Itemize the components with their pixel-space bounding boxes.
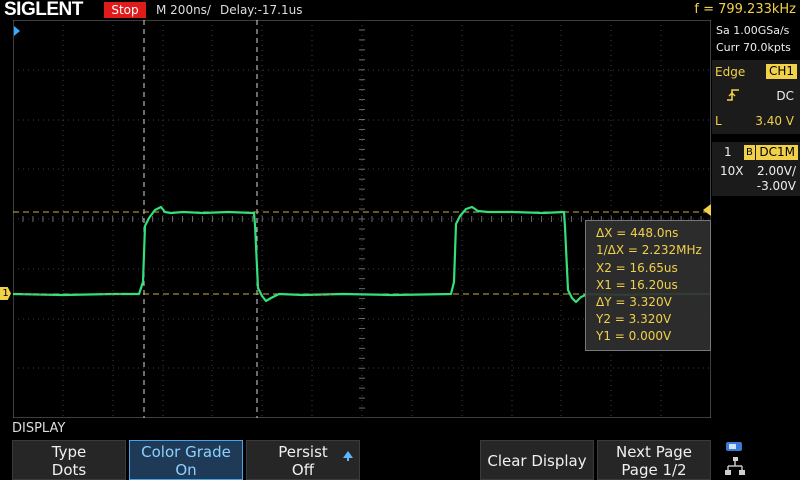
- softkey-next-page[interactable]: Next Page Page 1/2: [597, 440, 711, 480]
- softkey-menu: DISPLAY Type Dots Color Grade On Persist…: [0, 418, 800, 480]
- cursor-delta-x: ΔX = 448.0ns: [596, 226, 679, 240]
- timebase-readout[interactable]: M 200ns/: [156, 0, 211, 20]
- softkey-empty: [363, 440, 477, 480]
- softkey-type-label: Type: [51, 443, 87, 461]
- trigger-panel[interactable]: Edge CH1 DC L 3.40 V: [712, 60, 800, 134]
- softkey-empty-label: [364, 441, 476, 443]
- trigger-level-label: L: [715, 114, 722, 128]
- top-status-bar: SIGLENT Stop M 200ns/ Delay:-17.1us f = …: [0, 0, 800, 20]
- cursor-y1: Y1 = 0.000V: [596, 329, 672, 343]
- bandwidth-limit-icon: B: [744, 145, 755, 160]
- vertical-offset: -3.00V: [756, 179, 796, 193]
- softkey-clear-display-label: Clear Display: [487, 452, 587, 470]
- sample-rate: Sa 1.00GSa/s: [716, 24, 790, 37]
- trigger-source: CH1: [765, 64, 797, 79]
- channel-coupling: DC1M: [756, 145, 798, 160]
- trigger-mode: Edge: [715, 65, 746, 79]
- softkey-color-grade-value: On: [175, 461, 197, 479]
- softkey-next-page-value: Page 1/2: [621, 461, 687, 479]
- memory-depth: Curr 70.0kpts: [716, 41, 791, 54]
- cursor-readout-panel: ΔX = 448.0ns 1/ΔX = 2.232MHz X2 = 16.65u…: [585, 220, 711, 351]
- channel1-ground-marker[interactable]: 1: [0, 287, 11, 300]
- channel1-panel[interactable]: 1 B DC1M 10X 2.00V/ -3.00V: [712, 142, 800, 196]
- cursor-delta-y: ΔY = 3.320V: [596, 295, 672, 309]
- softkey-next-page-label: Next Page: [615, 443, 693, 461]
- softkey-type-value: Dots: [51, 461, 87, 479]
- softkey-color-grade-label: Color Grade: [141, 443, 231, 461]
- waveform-display[interactable]: [13, 20, 711, 418]
- cursor-y2: Y2 = 3.320V: [596, 312, 672, 326]
- cursor-x1: X1 = 16.20us: [596, 278, 678, 292]
- cursor-inverse-delta-x: 1/ΔX = 2.232MHz: [596, 243, 702, 257]
- delay-readout[interactable]: Delay:-17.1us: [220, 0, 303, 20]
- submenu-arrow-icon: [343, 451, 353, 461]
- probe-attenuation: 10X: [720, 164, 744, 178]
- softkey-clear-display[interactable]: Clear Display: [480, 440, 594, 480]
- frequency-counter: f = 799.233kHz: [694, 2, 796, 17]
- softkey-color-grade[interactable]: Color Grade On: [129, 440, 243, 480]
- softkey-persist-value: Off: [291, 461, 315, 479]
- softkey-persist[interactable]: Persist Off: [246, 440, 360, 480]
- channel-number: 1: [724, 145, 732, 159]
- rising-edge-icon: [727, 89, 739, 101]
- softkey-type[interactable]: Type Dots: [12, 440, 126, 480]
- right-info-panel: Sa 1.00GSa/s Curr 70.0kpts Edge CH1 DC L…: [712, 20, 800, 418]
- menu-title: DISPLAY: [12, 421, 66, 436]
- trigger-level: 3.40 V: [755, 114, 794, 128]
- run-stop-indicator[interactable]: Stop: [104, 2, 146, 18]
- brand-logo: SIGLENT: [4, 0, 83, 20]
- network-status-icon: [725, 442, 745, 475]
- trigger-coupling: DC: [776, 89, 794, 103]
- vertical-scale: 2.00V/: [757, 164, 796, 178]
- cursor-x2: X2 = 16.65us: [596, 261, 678, 275]
